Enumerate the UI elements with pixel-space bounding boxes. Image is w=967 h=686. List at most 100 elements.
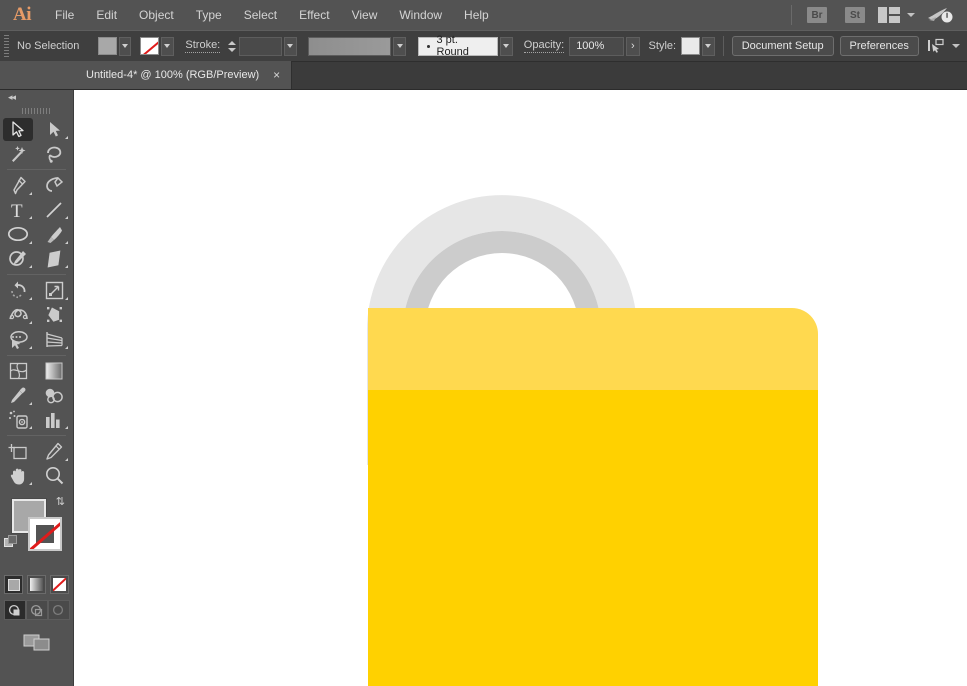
- draw-normal-button[interactable]: [3, 600, 26, 620]
- menu-help[interactable]: Help: [453, 0, 500, 30]
- shape-builder-tool[interactable]: [0, 327, 36, 352]
- blend-tool[interactable]: [36, 383, 72, 408]
- menu-window[interactable]: Window: [388, 0, 453, 30]
- menu-file[interactable]: File: [44, 0, 85, 30]
- fill-swatch-dropdown[interactable]: [118, 36, 132, 56]
- control-bar-grip[interactable]: [4, 35, 10, 57]
- menu-divider: [791, 5, 792, 25]
- stroke-swatch-center: [36, 525, 54, 543]
- swap-fill-stroke-icon[interactable]: ⇅: [56, 495, 65, 508]
- stroke-swatch-dropdown[interactable]: [160, 36, 174, 56]
- tool-flyout-indicator: [29, 240, 32, 244]
- tool-flyout-indicator: [65, 240, 68, 244]
- workspace-panel-bottom-right: [889, 16, 900, 23]
- stroke-color-swatch[interactable]: [28, 517, 62, 551]
- tool-flyout-indicator: [29, 296, 32, 300]
- document-tab[interactable]: Untitled-4* @ 100% (RGB/Preview) ×: [74, 61, 293, 89]
- stroke-weight-dropdown[interactable]: [283, 36, 297, 56]
- curvature-tool[interactable]: [36, 173, 72, 198]
- workspace-switcher-icon[interactable]: [878, 7, 915, 23]
- document-tab-title: Untitled-4* @ 100% (RGB/Preview): [86, 69, 260, 81]
- opacity-label[interactable]: Opacity:: [523, 39, 565, 53]
- document-tab-bar: Untitled-4* @ 100% (RGB/Preview) ×: [0, 61, 967, 90]
- tools-divider: [7, 274, 66, 275]
- padlock-illustration[interactable]: [74, 90, 967, 686]
- line-segment-tool[interactable]: [36, 198, 72, 223]
- none-mode-button[interactable]: [50, 575, 69, 594]
- paintbrush-tool[interactable]: [36, 222, 72, 247]
- magic-wand-tool[interactable]: [0, 142, 36, 167]
- menu-bar-right-cluster: Br St: [785, 0, 967, 30]
- tool-flyout-indicator: [29, 265, 32, 268]
- lasso-tool[interactable]: [36, 142, 72, 167]
- mesh-tool[interactable]: [0, 359, 36, 384]
- slice-tool[interactable]: [36, 439, 72, 464]
- tools-panel: ◂◂ T ⇅: [0, 90, 74, 686]
- document-setup-button[interactable]: Document Setup: [731, 36, 834, 56]
- opacity-field[interactable]: 100%: [569, 36, 624, 56]
- fill-swatch[interactable]: [97, 37, 117, 55]
- graphic-style-dropdown[interactable]: [701, 36, 715, 56]
- gradient-mode-button[interactable]: [27, 575, 46, 594]
- variable-width-profile-dropdown[interactable]: [393, 36, 406, 56]
- variable-width-profile-field[interactable]: [308, 36, 392, 56]
- tools-divider: [7, 354, 66, 356]
- symbol-sprayer-tool[interactable]: [0, 408, 36, 433]
- type-tool[interactable]: T: [0, 198, 36, 223]
- menu-edit[interactable]: Edit: [85, 0, 128, 30]
- stroke-weight-field[interactable]: [239, 36, 282, 56]
- stroke-weight-stepper[interactable]: [227, 37, 237, 56]
- align-to-selection-icon[interactable]: [927, 38, 961, 54]
- workspace-body: ◂◂ T ⇅: [0, 90, 967, 686]
- direct-selection-tool[interactable]: [36, 117, 72, 142]
- ellipse-tool[interactable]: [0, 222, 36, 247]
- hand-tool[interactable]: [0, 464, 36, 489]
- menu-view[interactable]: View: [341, 0, 389, 30]
- selection-tool[interactable]: [0, 117, 36, 142]
- opacity-options-button[interactable]: ›: [625, 36, 641, 56]
- tools-divider: [7, 169, 66, 170]
- default-fill-stroke-icon[interactable]: [4, 535, 19, 550]
- graphic-style-swatch[interactable]: [681, 37, 700, 55]
- draw-inside-button[interactable]: [47, 600, 70, 620]
- gradient-tool[interactable]: [36, 359, 72, 384]
- chevron-down-icon: [952, 44, 961, 48]
- scale-tool[interactable]: [36, 278, 72, 303]
- change-screen-mode-button[interactable]: [0, 632, 73, 652]
- tool-flyout-indicator: [65, 265, 68, 268]
- stroke-swatch[interactable]: [139, 37, 159, 55]
- menu-type[interactable]: Type: [185, 0, 233, 30]
- color-mode-button[interactable]: [4, 575, 23, 594]
- preferences-button[interactable]: Preferences: [839, 36, 919, 56]
- tool-flyout-indicator: [65, 296, 68, 300]
- fill-stroke-controls: ⇅: [0, 493, 73, 571]
- eraser-tool[interactable]: [36, 247, 72, 272]
- zoom-tool[interactable]: [36, 464, 72, 489]
- tools-panel-collapse-button[interactable]: ◂◂: [0, 90, 73, 105]
- close-icon[interactable]: ×: [273, 69, 280, 81]
- brush-definition-dropdown[interactable]: [499, 36, 513, 56]
- pen-tool[interactable]: [0, 173, 36, 198]
- menu-select[interactable]: Select: [233, 0, 288, 30]
- shaper-tool[interactable]: [0, 247, 36, 272]
- tools-panel-grip[interactable]: [0, 105, 73, 117]
- column-graph-tool[interactable]: [36, 408, 72, 433]
- document-canvas[interactable]: [74, 90, 967, 686]
- width-tool[interactable]: [0, 303, 36, 328]
- stock-button[interactable]: St: [845, 7, 865, 23]
- free-transform-tool[interactable]: [36, 303, 72, 328]
- brush-definition-field[interactable]: 3 pt. Round: [417, 34, 498, 58]
- double-chevron-left-icon: ◂◂: [8, 92, 16, 102]
- eyedropper-tool[interactable]: [0, 383, 36, 408]
- control-bar: No Selection Stroke: 3 pt. Round Opacity…: [0, 30, 967, 62]
- stroke-weight-label[interactable]: Stroke:: [185, 39, 221, 53]
- artboard-tool[interactable]: [0, 439, 36, 464]
- menu-object[interactable]: Object: [128, 0, 185, 30]
- perspective-grid-tool[interactable]: [36, 327, 72, 352]
- menu-effect[interactable]: Effect: [288, 0, 340, 30]
- bridge-button[interactable]: Br: [807, 7, 827, 23]
- workspace-panel-left: [878, 7, 887, 23]
- stock-search-icon[interactable]: [927, 6, 953, 24]
- draw-behind-button[interactable]: [25, 600, 48, 620]
- rotate-tool[interactable]: [0, 278, 36, 303]
